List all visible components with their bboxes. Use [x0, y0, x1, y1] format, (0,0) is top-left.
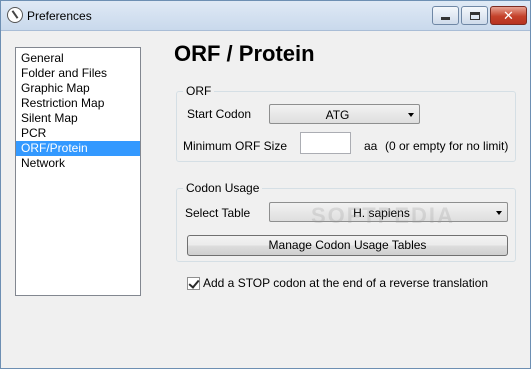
- softpedia-watermark: SOFTPEDIA: [311, 203, 455, 228]
- chevron-down-icon: [408, 113, 414, 117]
- min-orf-size-unit: aa: [364, 139, 378, 153]
- orf-group-legend: ORF: [183, 84, 215, 98]
- title-bar[interactable]: Preferences ✕: [1, 1, 530, 31]
- page-title: ORF / Protein: [174, 41, 315, 66]
- stop-codon-label[interactable]: Add a STOP codon at the end of a reverse…: [203, 276, 488, 290]
- stop-codon-checkbox[interactable]: [187, 277, 200, 290]
- chevron-down-icon: [496, 211, 502, 215]
- start-codon-select[interactable]: ATG: [269, 104, 420, 124]
- nav-item-restriction-map[interactable]: Restriction Map: [16, 96, 140, 111]
- nav-item-general[interactable]: General: [16, 51, 140, 66]
- manage-codon-tables-button[interactable]: Manage Codon Usage Tables: [187, 235, 508, 256]
- start-codon-value: ATG: [325, 108, 350, 122]
- preferences-category-list[interactable]: General Folder and Files Graphic Map Res…: [15, 47, 141, 296]
- nav-item-network[interactable]: Network: [16, 156, 140, 171]
- codon-usage-legend: Codon Usage: [183, 181, 263, 195]
- min-orf-size-input[interactable]: [300, 132, 351, 154]
- nav-item-orf-protein[interactable]: ORF/Protein: [16, 141, 140, 156]
- min-orf-size-label: Minimum ORF Size: [183, 139, 288, 153]
- minimize-icon: [441, 17, 450, 20]
- start-codon-label: Start Codon: [187, 107, 252, 121]
- maximize-icon: [469, 11, 480, 20]
- close-icon: ✕: [503, 8, 514, 23]
- close-button[interactable]: ✕: [490, 6, 527, 25]
- nav-item-folder-and-files[interactable]: Folder and Files: [16, 66, 140, 81]
- window-title: Preferences: [27, 9, 92, 23]
- preferences-window: Preferences ✕ General Folder and Files G…: [0, 0, 531, 369]
- select-table-label: Select Table: [185, 206, 251, 220]
- app-icon: [7, 7, 23, 23]
- nav-item-silent-map[interactable]: Silent Map: [16, 111, 140, 126]
- min-orf-size-hint: (0 or empty for no limit): [385, 139, 509, 153]
- nav-item-graphic-map[interactable]: Graphic Map: [16, 81, 140, 96]
- nav-item-pcr[interactable]: PCR: [16, 126, 140, 141]
- maximize-button[interactable]: [461, 6, 488, 25]
- minimize-button[interactable]: [432, 6, 459, 25]
